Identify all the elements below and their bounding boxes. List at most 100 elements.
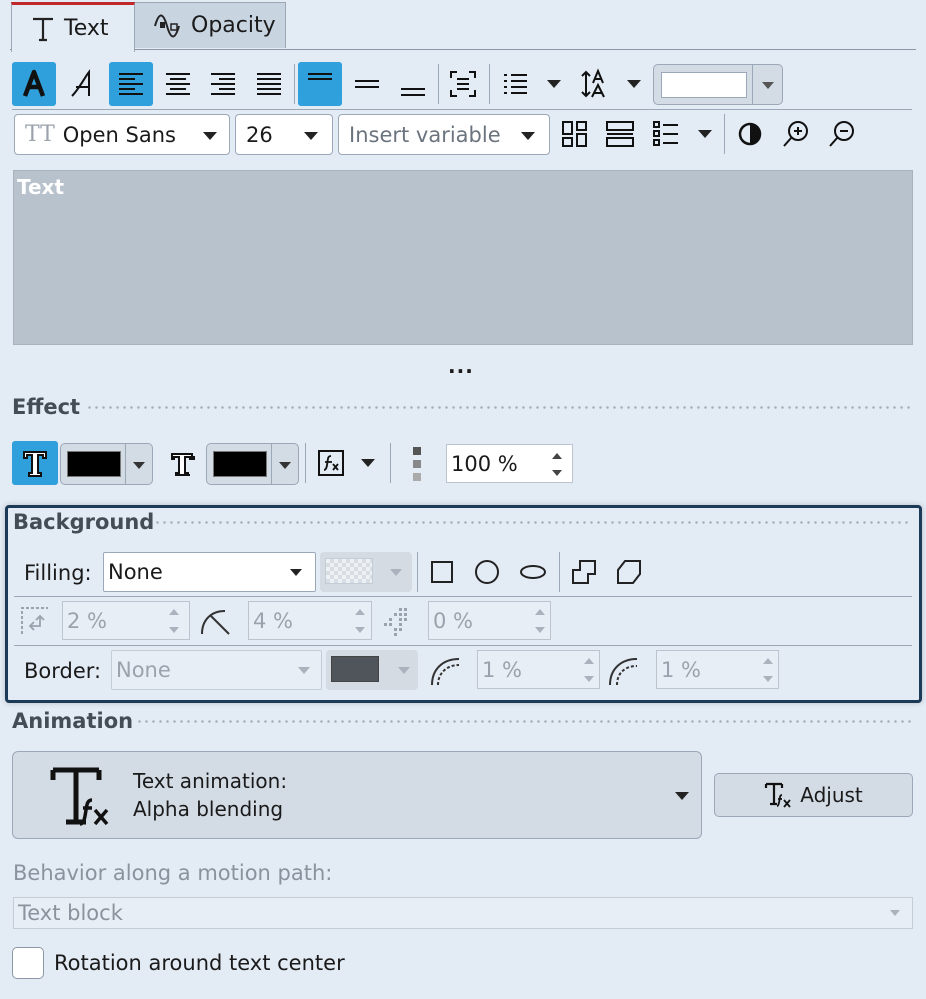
corner-radius-stepper: 4 % bbox=[248, 601, 372, 640]
zoom-out-button[interactable] bbox=[820, 112, 864, 156]
shape-step-button[interactable] bbox=[562, 550, 606, 594]
chevron-down-icon bbox=[304, 132, 318, 140]
section-divider bbox=[136, 720, 914, 723]
outline-button[interactable] bbox=[12, 441, 58, 485]
valign-middle-button[interactable] bbox=[345, 62, 389, 106]
tab-text[interactable]: Text bbox=[11, 2, 135, 52]
line-spacing-icon bbox=[504, 74, 527, 94]
rotation-label: Rotation around text center bbox=[54, 951, 345, 975]
shadow-color-picker[interactable] bbox=[206, 443, 299, 485]
chevron-down-icon[interactable] bbox=[361, 459, 375, 467]
separator bbox=[724, 114, 725, 154]
outline-color-picker[interactable] bbox=[60, 443, 153, 485]
effect-opacity-value: 100 % bbox=[451, 451, 518, 476]
contrast-button[interactable] bbox=[728, 112, 772, 156]
text-animation-dropdown[interactable]: Text animation: Alpha blending bbox=[12, 751, 702, 839]
border-color-swatch bbox=[331, 656, 379, 682]
tab-label: Text bbox=[64, 16, 109, 41]
border-width-value: 1 % bbox=[482, 657, 522, 682]
bold-button[interactable] bbox=[12, 62, 56, 106]
border-radius-stepper: 1 % bbox=[656, 650, 779, 689]
section-divider bbox=[154, 521, 912, 524]
chevron-down-icon[interactable] bbox=[698, 130, 712, 138]
separator bbox=[305, 443, 306, 483]
corner-radius-icon bbox=[199, 606, 231, 636]
font-size-dropdown[interactable]: 26 bbox=[235, 114, 333, 155]
align-center-button[interactable] bbox=[156, 62, 200, 106]
chevron-down-icon bbox=[521, 132, 535, 140]
contrast-icon bbox=[738, 122, 762, 146]
chevron-down-icon[interactable] bbox=[547, 80, 561, 88]
filling-label: Filling: bbox=[24, 561, 92, 585]
font-scale-button[interactable] bbox=[573, 62, 617, 106]
font-scale-icon bbox=[581, 68, 605, 98]
more-handle[interactable]: ... bbox=[448, 354, 474, 378]
separator bbox=[294, 64, 295, 104]
shape-ellipse-button[interactable] bbox=[511, 550, 555, 594]
italic-button[interactable] bbox=[60, 62, 104, 106]
separator bbox=[271, 444, 272, 484]
text-color-picker[interactable] bbox=[653, 64, 783, 105]
stepper-up bbox=[169, 609, 179, 615]
align-left-button[interactable] bbox=[109, 62, 153, 106]
separator bbox=[390, 443, 391, 483]
text-editor[interactable]: Text bbox=[13, 170, 913, 345]
background-shadow-stepper: 0 % bbox=[428, 601, 551, 640]
chevron-down-icon bbox=[133, 462, 145, 469]
separator bbox=[438, 64, 439, 104]
motion-path-dropdown: Text block bbox=[13, 897, 913, 929]
justify-icon bbox=[257, 73, 281, 95]
effect-opacity-stepper[interactable]: 100 % bbox=[446, 444, 573, 483]
stepper-down bbox=[584, 676, 594, 682]
insert-variable-dropdown[interactable]: Insert variable bbox=[338, 114, 550, 155]
separator bbox=[489, 64, 490, 104]
insert-variable-placeholder: Insert variable bbox=[349, 122, 501, 147]
valign-middle-icon bbox=[355, 80, 379, 88]
tab-divider bbox=[10, 49, 916, 50]
shape-rectangle-button[interactable] bbox=[420, 550, 464, 594]
align-right-button[interactable] bbox=[201, 62, 245, 106]
rotation-checkbox[interactable] bbox=[12, 947, 44, 979]
separator bbox=[12, 109, 912, 110]
shape-circle-button[interactable] bbox=[465, 550, 509, 594]
text-animation-heading: Text animation: bbox=[133, 769, 288, 793]
text-animation-icon bbox=[765, 782, 791, 808]
chevron-down-icon bbox=[890, 910, 900, 916]
layout-columns-button[interactable] bbox=[553, 112, 597, 156]
filling-dropdown[interactable]: None bbox=[103, 552, 316, 592]
border-value: None bbox=[116, 658, 171, 682]
shadow-text-icon bbox=[171, 453, 195, 476]
list-icon bbox=[653, 121, 678, 146]
tab-label: Opacity bbox=[191, 13, 276, 38]
align-left-icon bbox=[119, 73, 143, 95]
chevron-down-icon bbox=[398, 667, 410, 674]
stepper-up[interactable] bbox=[552, 453, 562, 459]
motion-path-label: Behavior along a motion path: bbox=[13, 861, 333, 885]
text-fit-button[interactable] bbox=[441, 62, 485, 106]
shape-cut-corner-button[interactable] bbox=[607, 550, 651, 594]
valign-top-button[interactable] bbox=[298, 62, 342, 106]
zoom-in-button[interactable] bbox=[774, 112, 818, 156]
text-effects-button[interactable] bbox=[309, 441, 353, 485]
layout-rows-button[interactable] bbox=[598, 112, 642, 156]
tab-opacity[interactable]: Opacity bbox=[134, 2, 286, 48]
chevron-down-icon bbox=[298, 667, 310, 674]
list-button[interactable] bbox=[644, 112, 688, 156]
line-spacing-button[interactable] bbox=[493, 62, 537, 106]
chevron-down-icon[interactable] bbox=[627, 80, 641, 88]
opacity-icon bbox=[411, 446, 423, 482]
adjust-button[interactable]: Adjust bbox=[714, 773, 913, 817]
shadow-button[interactable] bbox=[160, 441, 204, 485]
justify-button[interactable] bbox=[247, 62, 291, 106]
stepper-down bbox=[763, 676, 773, 682]
text-animation-icon bbox=[49, 764, 115, 830]
stepper-down[interactable] bbox=[552, 470, 562, 476]
font-dropdown[interactable]: TT Open Sans bbox=[14, 114, 230, 155]
valign-bottom-button[interactable] bbox=[391, 62, 435, 106]
stepper-down bbox=[169, 627, 179, 633]
zoom-in-icon bbox=[783, 121, 808, 147]
shadow-color-swatch bbox=[213, 451, 267, 477]
margin-icon bbox=[20, 606, 50, 636]
font-value: Open Sans bbox=[62, 122, 176, 147]
zoom-out-icon bbox=[829, 121, 854, 147]
